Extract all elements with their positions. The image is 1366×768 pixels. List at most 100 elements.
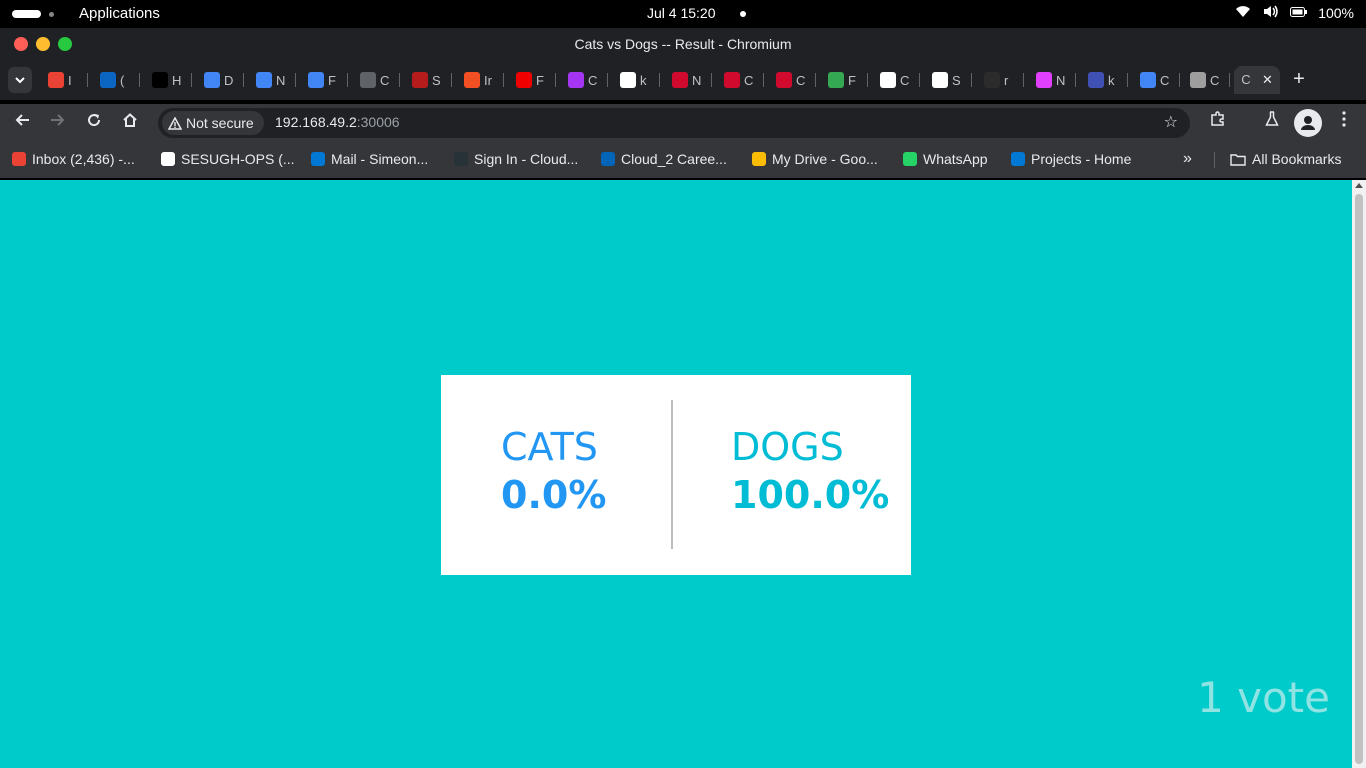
azure-devops-icon bbox=[1011, 152, 1025, 166]
home-icon bbox=[123, 113, 137, 127]
workspace-dot[interactable] bbox=[49, 12, 54, 17]
all-bookmarks-button[interactable]: All Bookmarks bbox=[1230, 151, 1341, 167]
udemy-icon bbox=[568, 72, 584, 88]
bookmark-item[interactable]: SESUGH-OPS (... bbox=[161, 151, 295, 167]
profile-avatar[interactable] bbox=[1294, 109, 1322, 137]
warning-icon bbox=[168, 116, 182, 130]
bookmark-item[interactable]: Cloud_2 Caree... bbox=[601, 151, 727, 167]
tab-item[interactable]: C bbox=[564, 66, 608, 94]
tab-label: C bbox=[796, 72, 806, 88]
tab-item[interactable]: C bbox=[772, 66, 816, 94]
tab-separator bbox=[815, 73, 816, 87]
bookmark-item[interactable]: Sign In - Cloud... bbox=[454, 151, 578, 167]
address-bar[interactable]: Not secure 192.168.49.2:30006 ☆ bbox=[158, 108, 1190, 138]
bookmark-label: SESUGH-OPS (... bbox=[181, 151, 295, 167]
tab-item[interactable]: S bbox=[408, 66, 452, 94]
scroll-up-icon[interactable] bbox=[1355, 183, 1363, 188]
openai-icon bbox=[880, 72, 896, 88]
tab-item[interactable]: C bbox=[1136, 66, 1180, 94]
tab-item[interactable]: N bbox=[252, 66, 296, 94]
tab-item[interactable]: C bbox=[876, 66, 920, 94]
docs-icon bbox=[204, 72, 220, 88]
bookmark-label: Sign In - Cloud... bbox=[474, 151, 579, 167]
extensions-button[interactable] bbox=[1204, 109, 1232, 137]
back-button[interactable] bbox=[8, 109, 36, 137]
bookmarks-divider bbox=[1214, 152, 1215, 168]
tab-item[interactable]: S bbox=[928, 66, 972, 94]
tab-item[interactable]: k bbox=[1084, 66, 1128, 94]
clock[interactable]: Jul 4 15:20 bbox=[647, 5, 716, 21]
tab-separator bbox=[1075, 73, 1076, 87]
tab-item[interactable]: C bbox=[720, 66, 764, 94]
tab-item[interactable]: k bbox=[616, 66, 660, 94]
bookmark-label: Cloud_2 Caree... bbox=[621, 151, 727, 167]
system-tray[interactable]: 100% bbox=[1234, 5, 1354, 21]
gmail-icon bbox=[12, 152, 26, 166]
window-title: Cats vs Dogs -- Result - Chromium bbox=[574, 36, 792, 52]
page-scrollbar[interactable] bbox=[1352, 180, 1366, 768]
person-icon bbox=[1301, 116, 1315, 130]
tab-label: C bbox=[900, 72, 910, 88]
new-tab-button[interactable]: + bbox=[1288, 68, 1310, 90]
tab-label: C bbox=[1160, 72, 1170, 88]
tab-separator bbox=[347, 73, 348, 87]
applications-menu[interactable]: Applications bbox=[79, 5, 160, 22]
cloud-icon bbox=[454, 152, 468, 166]
tab-label: ( bbox=[120, 72, 125, 88]
tab-item[interactable]: C bbox=[1186, 66, 1230, 94]
tab-label: r bbox=[1004, 72, 1009, 88]
cube-icon bbox=[1036, 72, 1052, 88]
browser-toolbar: Not secure 192.168.49.2:30006 ☆ bbox=[0, 104, 1366, 142]
tab-item[interactable]: I bbox=[44, 66, 88, 94]
results-divider bbox=[671, 400, 673, 549]
bookmark-item[interactable]: Inbox (2,436) -... bbox=[12, 151, 135, 167]
tab-search-button[interactable] bbox=[8, 67, 32, 93]
tab-item[interactable]: N bbox=[1032, 66, 1076, 94]
scrollbar-thumb[interactable] bbox=[1355, 194, 1363, 764]
bookmark-item[interactable]: Mail - Simeon... bbox=[311, 151, 428, 167]
labs-button[interactable] bbox=[1258, 109, 1286, 137]
tab-active-label: C bbox=[1241, 72, 1251, 87]
flask-icon bbox=[1265, 111, 1279, 126]
bookmark-label: Mail - Simeon... bbox=[331, 151, 429, 167]
all-bookmarks-label: All Bookmarks bbox=[1252, 151, 1342, 167]
tab-close-icon[interactable]: ✕ bbox=[1262, 72, 1273, 88]
dogs-result: DOGS 100.0% bbox=[731, 425, 889, 521]
tab-separator bbox=[1127, 73, 1128, 87]
cats-label: CATS bbox=[501, 425, 598, 469]
bookmark-item[interactable]: My Drive - Goo... bbox=[752, 151, 878, 167]
bookmarks-bar: Inbox (2,436) -... SESUGH-OPS (... Mail - … bbox=[0, 142, 1366, 178]
tab-label: F bbox=[536, 72, 544, 88]
dogs-percent: 100.0% bbox=[731, 473, 890, 517]
forward-button[interactable] bbox=[44, 109, 72, 137]
tab-item[interactable]: F bbox=[824, 66, 868, 94]
tab-item[interactable]: Ir bbox=[460, 66, 504, 94]
tab-separator bbox=[243, 73, 244, 87]
tab-item[interactable]: C bbox=[356, 66, 400, 94]
reload-button[interactable] bbox=[80, 109, 108, 137]
bookmark-item[interactable]: WhatsApp bbox=[903, 151, 988, 167]
tab-item[interactable]: F bbox=[304, 66, 348, 94]
linkedin-icon bbox=[100, 72, 116, 88]
tab-item[interactable]: r bbox=[980, 66, 1024, 94]
drive-icon bbox=[752, 152, 766, 166]
tab-item[interactable]: F bbox=[512, 66, 556, 94]
microsoft-icon bbox=[464, 72, 480, 88]
site-info-chip[interactable]: Not secure bbox=[162, 111, 264, 135]
tab-item[interactable]: H bbox=[148, 66, 192, 94]
bookmark-star-icon[interactable]: ☆ bbox=[1164, 112, 1178, 132]
browser-menu-button[interactable] bbox=[1330, 109, 1358, 137]
site-icon bbox=[412, 72, 428, 88]
tab-item[interactable]: N bbox=[668, 66, 712, 94]
bookmark-item[interactable]: Projects - Home bbox=[1011, 151, 1131, 167]
window-title-bar: Cats vs Dogs -- Result - Chromium bbox=[0, 28, 1366, 60]
tab-separator bbox=[867, 73, 868, 87]
more-bookmarks-button[interactable]: » bbox=[1183, 150, 1192, 168]
tab-active[interactable]: C ✕ bbox=[1234, 66, 1280, 94]
tab-item[interactable]: D bbox=[200, 66, 244, 94]
tab-item[interactable]: ( bbox=[96, 66, 140, 94]
page-content: CATS 0.0% DOGS 100.0% 1 vote bbox=[0, 180, 1352, 768]
home-button[interactable] bbox=[116, 109, 144, 137]
folder-icon bbox=[1230, 153, 1246, 166]
workspace-indicator[interactable] bbox=[12, 10, 41, 18]
